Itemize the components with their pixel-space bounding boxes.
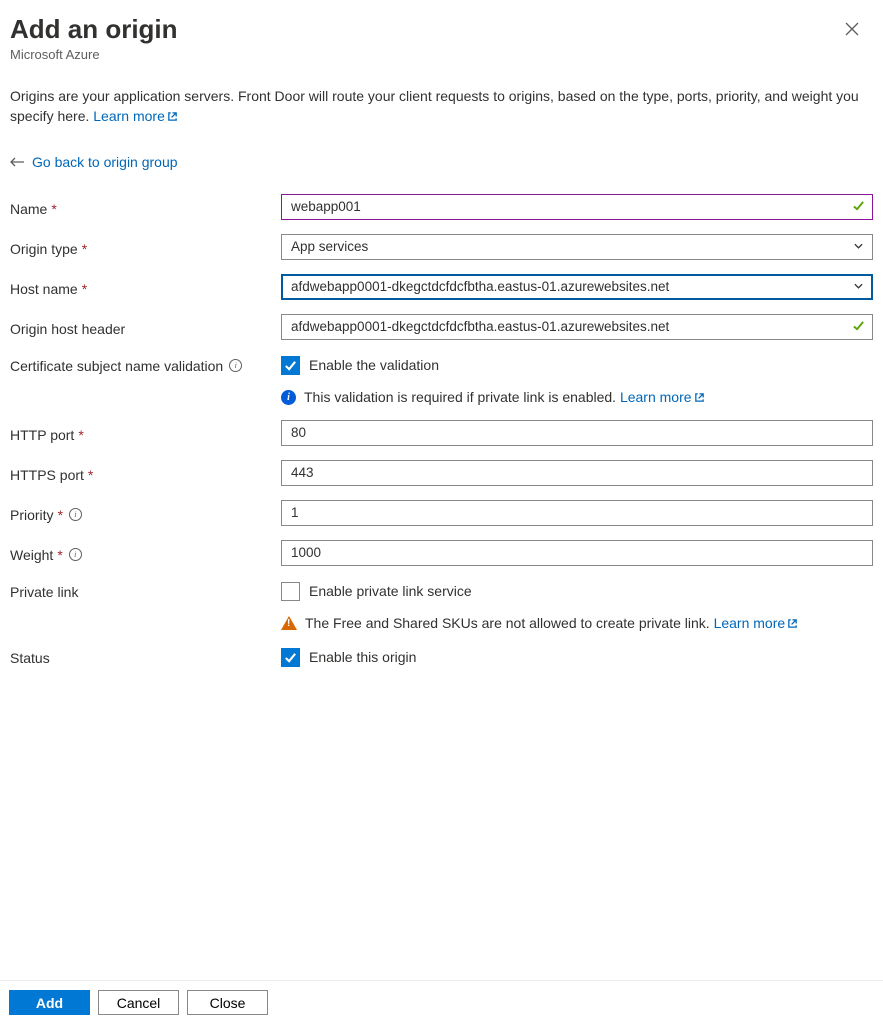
private-link-warn-note: The Free and Shared SKUs are not allowed…: [281, 615, 873, 632]
close-icon[interactable]: [839, 16, 865, 45]
info-icon[interactable]: i: [69, 548, 82, 561]
origin-type-label: Origin type: [10, 241, 78, 257]
enable-origin-checkbox[interactable]: [281, 648, 300, 667]
private-link-learn-more-link[interactable]: Learn more: [714, 615, 799, 631]
required-asterisk: *: [51, 201, 56, 217]
enable-validation-checkbox[interactable]: [281, 356, 300, 375]
external-link-icon: [787, 616, 798, 632]
host-name-label: Host name: [10, 281, 78, 297]
description-learn-more-link[interactable]: Learn more: [93, 108, 178, 124]
external-link-icon: [167, 107, 178, 127]
arrow-left-icon: [10, 154, 24, 170]
status-label: Status: [10, 650, 50, 666]
info-badge-icon: [281, 390, 296, 405]
enable-private-link-label: Enable private link service: [309, 583, 472, 599]
page-subtitle: Microsoft Azure: [10, 47, 178, 62]
priority-label: Priority: [10, 507, 54, 523]
weight-label: Weight: [10, 547, 53, 563]
weight-input[interactable]: [281, 540, 873, 566]
cancel-button[interactable]: Cancel: [98, 990, 179, 1015]
info-icon[interactable]: i: [229, 359, 242, 372]
http-port-input[interactable]: [281, 420, 873, 446]
origin-host-header-label: Origin host header: [10, 321, 125, 337]
name-label: Name: [10, 201, 47, 217]
enable-validation-label: Enable the validation: [309, 357, 439, 373]
warning-icon: [281, 616, 297, 630]
validation-info-note: This validation is required if private l…: [281, 389, 873, 406]
http-port-label: HTTP port: [10, 427, 74, 443]
https-port-label: HTTPS port: [10, 467, 84, 483]
origin-type-select[interactable]: [281, 234, 873, 260]
close-button[interactable]: Close: [187, 990, 268, 1015]
host-name-select[interactable]: [281, 274, 873, 300]
private-link-label: Private link: [10, 584, 78, 600]
https-port-input[interactable]: [281, 460, 873, 486]
check-icon: [852, 319, 865, 335]
name-input[interactable]: [281, 194, 873, 220]
info-icon[interactable]: i: [69, 508, 82, 521]
cert-validation-label: Certificate subject name validation: [10, 358, 223, 374]
add-button[interactable]: Add: [9, 990, 90, 1015]
check-icon: [852, 199, 865, 215]
external-link-icon: [694, 390, 705, 406]
validation-learn-more-link[interactable]: Learn more: [620, 389, 705, 405]
priority-input[interactable]: [281, 500, 873, 526]
description-text: Origins are your application servers. Fr…: [10, 86, 873, 128]
enable-private-link-checkbox[interactable]: [281, 582, 300, 601]
back-link[interactable]: Go back to origin group: [10, 154, 873, 170]
enable-origin-label: Enable this origin: [309, 649, 416, 665]
origin-host-header-input[interactable]: [281, 314, 873, 340]
page-title: Add an origin: [10, 14, 178, 45]
